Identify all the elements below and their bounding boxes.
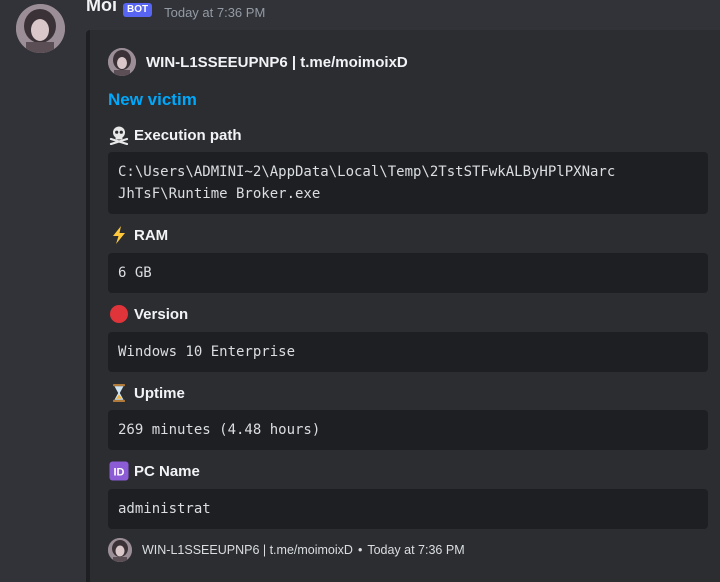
footer-avatar (108, 538, 132, 562)
embed-footer: WIN-L1SSEEUPNP6 | t.me/moimoixD • Today … (108, 538, 465, 562)
footer-separator: • (357, 543, 363, 557)
lightning-icon (108, 224, 130, 246)
field-execution-path-value: C:\Users\ADMINI~2\AppData\Local\Temp\2Ts… (108, 152, 708, 214)
author-avatar (108, 48, 136, 76)
embed: WIN-L1SSEEUPNP6 | t.me/moimoixD New vict… (86, 30, 720, 582)
field-name-text: RAM (134, 226, 169, 244)
field-uptime-label: Uptime (108, 382, 185, 404)
field-ram-label: RAM (108, 224, 168, 246)
embed-author: WIN-L1SSEEUPNP6 | t.me/moimoixD (108, 48, 408, 76)
red-circle-icon (108, 303, 130, 325)
field-version-value: Windows 10 Enterprise (108, 332, 708, 372)
user-avatar[interactable] (16, 4, 65, 53)
field-uptime-value: 269 minutes (4.48 hours) (108, 410, 708, 450)
hourglass-icon (108, 382, 130, 404)
field-execution-path-label: Execution path (108, 124, 242, 146)
footer-timestamp: Today at 7:36 PM (367, 543, 465, 557)
footer-text: WIN-L1SSEEUPNP6 | t.me/moimoixD (142, 543, 353, 557)
id-icon: ID (108, 460, 130, 482)
skull-crossbones-icon (108, 124, 130, 146)
embed-title[interactable]: New victim (108, 90, 197, 110)
field-name-text: PC Name (134, 462, 200, 480)
message-timestamp: Today at 7:36 PM (164, 5, 266, 20)
field-version-label: Version (108, 303, 188, 325)
field-ram-value: 6 GB (108, 253, 708, 293)
field-name-text: Version (134, 305, 189, 323)
field-pc-name-label: ID PC Name (108, 460, 200, 482)
username[interactable]: Moi (86, 0, 117, 14)
message-header: Moi BOT Today at 7:36 PM (86, 0, 265, 24)
embed-author-name[interactable]: WIN-L1SSEEUPNP6 | t.me/moimoixD (146, 54, 408, 71)
field-pc-name-value: administrat (108, 489, 708, 529)
field-name-text: Execution path (134, 126, 242, 144)
svg-text:ID: ID (114, 467, 125, 479)
bot-tag: BOT (123, 3, 153, 17)
field-name-text: Uptime (134, 384, 185, 402)
